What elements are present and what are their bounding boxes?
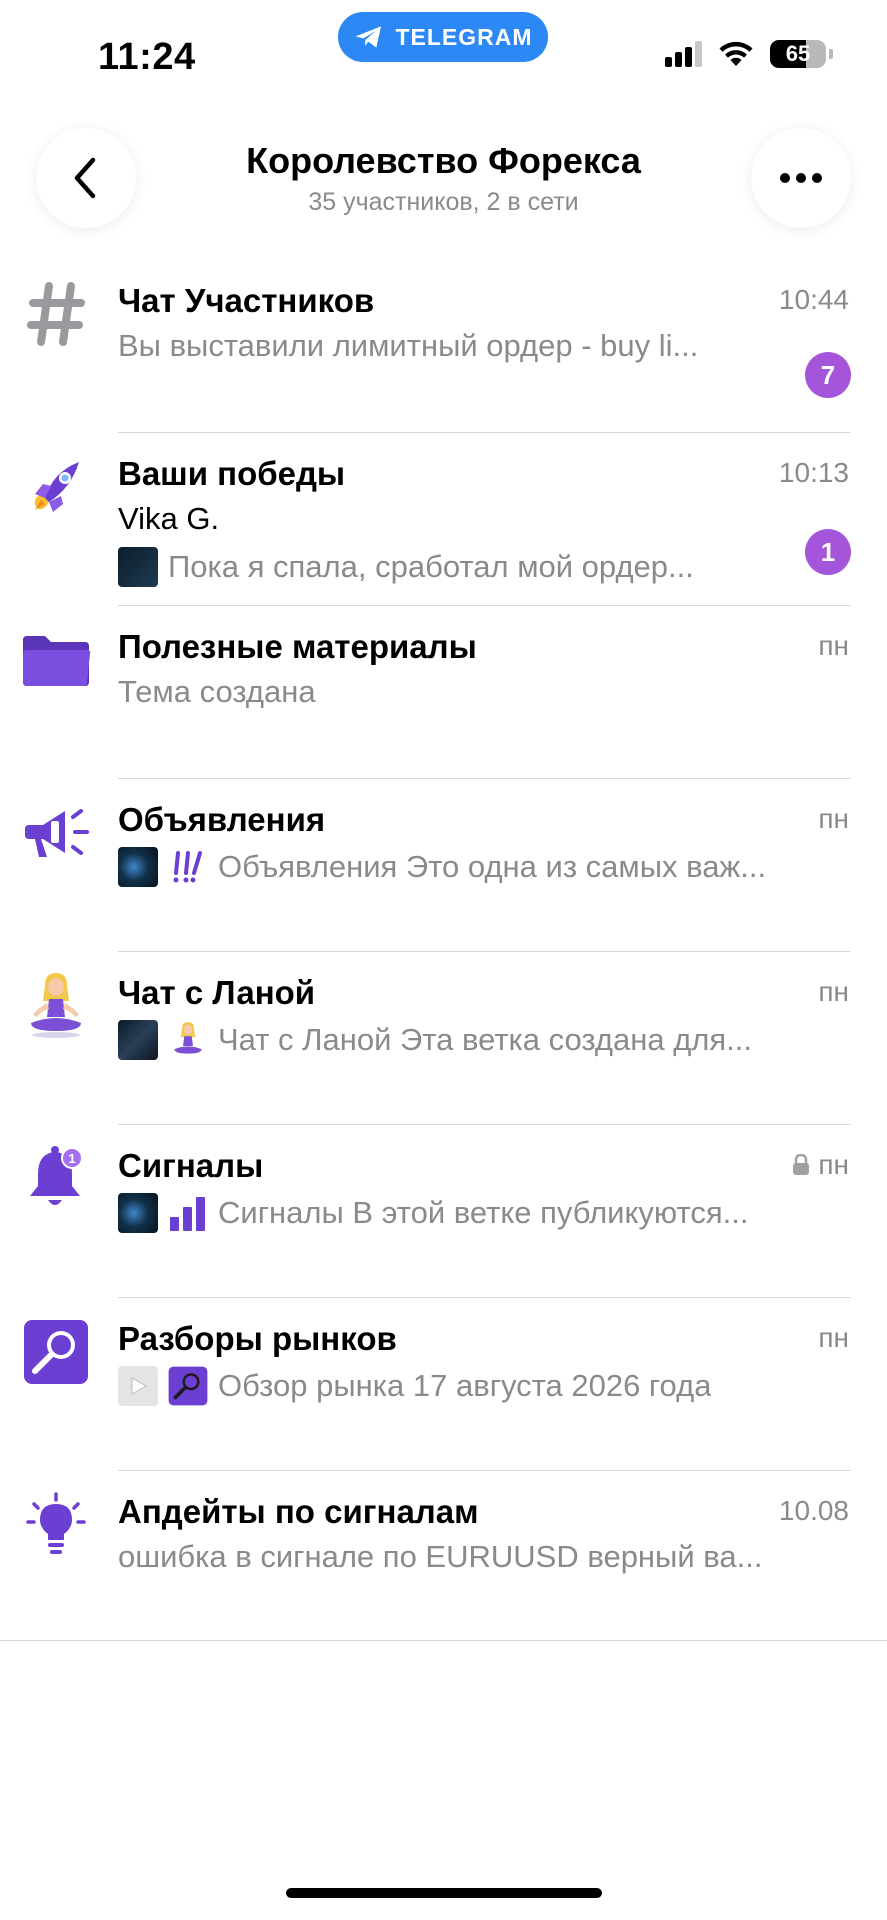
telegram-plane-icon — [356, 26, 382, 48]
status-bar: 11:24 TELEGRAM 65 — [0, 0, 887, 110]
chat-header: Королевство Форекса 35 участников, 2 в с… — [0, 118, 887, 238]
topic-title: Ваши победы — [118, 455, 346, 492]
bell-icon: 1 — [20, 1143, 92, 1215]
topic-time: пн — [818, 976, 849, 1007]
topic-last-message: Вы выставили лимитный ордер - buy li... — [118, 328, 848, 364]
topic-last-message: Обзор рынка 17 августа 2026 года — [118, 1366, 848, 1406]
last-message-text: Объявления Это одна из самых важ... — [218, 849, 767, 884]
topic-time-text: пн — [818, 1149, 849, 1180]
topic-title: Полезные материалы — [118, 628, 477, 665]
meditation-icon — [168, 1020, 208, 1060]
topic-title: Сигналы — [118, 1147, 264, 1184]
message-thumbnail — [118, 847, 158, 887]
message-thumbnail — [118, 1193, 158, 1233]
folder-icon — [20, 624, 92, 696]
topic-last-message: ошибка в сигнале по EURUUSD верный ва... — [118, 1539, 848, 1575]
ellipsis-icon — [780, 173, 822, 183]
topic-time: 10:13 — [778, 457, 849, 488]
topic-title: Объявления — [118, 801, 326, 838]
topic-row-market-reviews[interactable]: Разборы рынков пн Обзор рынка 17 августа… — [0, 1298, 887, 1471]
topic-list: Чат Участников 10:44 Вы выставили лимитн… — [0, 260, 887, 1644]
last-message-sender: Vika G. — [118, 501, 220, 536]
topic-title: Чат Участников — [118, 282, 375, 319]
wifi-icon — [719, 41, 753, 66]
topic-row-members-chat[interactable]: Чат Участников 10:44 Вы выставили лимитн… — [0, 260, 887, 433]
video-thumbnail — [118, 1366, 158, 1406]
topic-last-message: Пока я спала, сработал мой ордер... — [118, 547, 778, 587]
topic-last-message: Объявления Это одна из самых важ... — [118, 847, 848, 887]
last-message-text: Обзор рынка 17 августа 2026 года — [218, 1368, 712, 1403]
home-indicator[interactable] — [286, 1888, 602, 1898]
hash-icon — [20, 278, 92, 350]
last-message-text: Сигналы В этой ветке публикуются... — [218, 1195, 749, 1230]
battery-level: 65 — [785, 41, 811, 66]
return-to-telegram-pill[interactable]: TELEGRAM — [338, 12, 548, 62]
more-options-button[interactable] — [751, 128, 851, 228]
telegram-forum-screen: 11:24 TELEGRAM 65 Королевство Форекса 35… — [0, 0, 887, 1920]
topic-title: Разборы рынков — [118, 1320, 397, 1357]
status-icons: 65 — [665, 40, 833, 68]
topic-last-message: Тема создана — [118, 674, 848, 710]
last-message-text: Вы выставили лимитный ордер - buy li... — [118, 328, 699, 363]
topic-last-message: Сигналы В этой ветке публикуются... — [118, 1193, 848, 1233]
lock-icon — [793, 1154, 810, 1175]
battery-icon: 65 — [770, 40, 826, 68]
topic-time: пн — [818, 1322, 849, 1353]
exclamation-icon — [168, 847, 208, 887]
status-time: 11:24 — [98, 36, 196, 78]
battery-tip — [829, 49, 833, 59]
last-message-text: Тема создана — [118, 674, 316, 709]
unread-badge: 7 — [805, 352, 851, 398]
topic-title: Апдейты по сигналам — [118, 1493, 479, 1530]
lightbulb-icon — [20, 1489, 92, 1561]
svg-text:1: 1 — [68, 1151, 75, 1166]
topic-time: 10.08 — [778, 1495, 849, 1526]
topic-row-signals[interactable]: 1 Сигналы пн Сигналы В этой ветке публик… — [0, 1125, 887, 1298]
list-end-divider — [0, 1640, 887, 1641]
topic-title: Чат с Ланой — [118, 974, 316, 1011]
last-message-text: Пока я спала, сработал мой ордер... — [168, 549, 694, 584]
message-thumbnail — [118, 1020, 158, 1060]
rocket-icon — [20, 451, 92, 523]
magnifier-icon — [168, 1366, 208, 1406]
topic-time: 10:44 — [778, 284, 849, 315]
unread-badge: 1 — [805, 529, 851, 575]
magnifier-icon — [20, 1316, 92, 1388]
topic-row-useful-materials[interactable]: Полезные материалы пн Тема создана — [0, 606, 887, 779]
bar-chart-icon — [168, 1193, 208, 1233]
topic-row-announcements[interactable]: Объявления пн Объявления Это одна из сам… — [0, 779, 887, 952]
topic-row-signal-updates[interactable]: Апдейты по сигналам 10.08 ошибка в сигна… — [0, 1471, 887, 1644]
topic-time: пн — [792, 1149, 849, 1181]
meditation-icon — [20, 970, 92, 1042]
topic-row-chat-with-lana[interactable]: Чат с Ланой пн Чат с Ланой Эта ветка соз… — [0, 952, 887, 1125]
cellular-signal-icon — [665, 41, 702, 67]
play-icon — [131, 1377, 148, 1395]
topic-last-message: Чат с Ланой Эта ветка создана для... — [118, 1020, 848, 1060]
megaphone-icon — [20, 797, 92, 869]
message-thumbnail — [118, 547, 158, 587]
topic-time: пн — [818, 630, 849, 661]
topic-row-your-wins[interactable]: Ваши победы 10:13 Vika G. Пока я спала, … — [0, 433, 887, 606]
app-pill-label: TELEGRAM — [395, 23, 533, 50]
last-message-text: ошибка в сигнале по EURUUSD верный ва... — [118, 1539, 763, 1574]
topic-time: пн — [818, 803, 849, 834]
last-message-text: Чат с Ланой Эта ветка создана для... — [218, 1022, 753, 1057]
